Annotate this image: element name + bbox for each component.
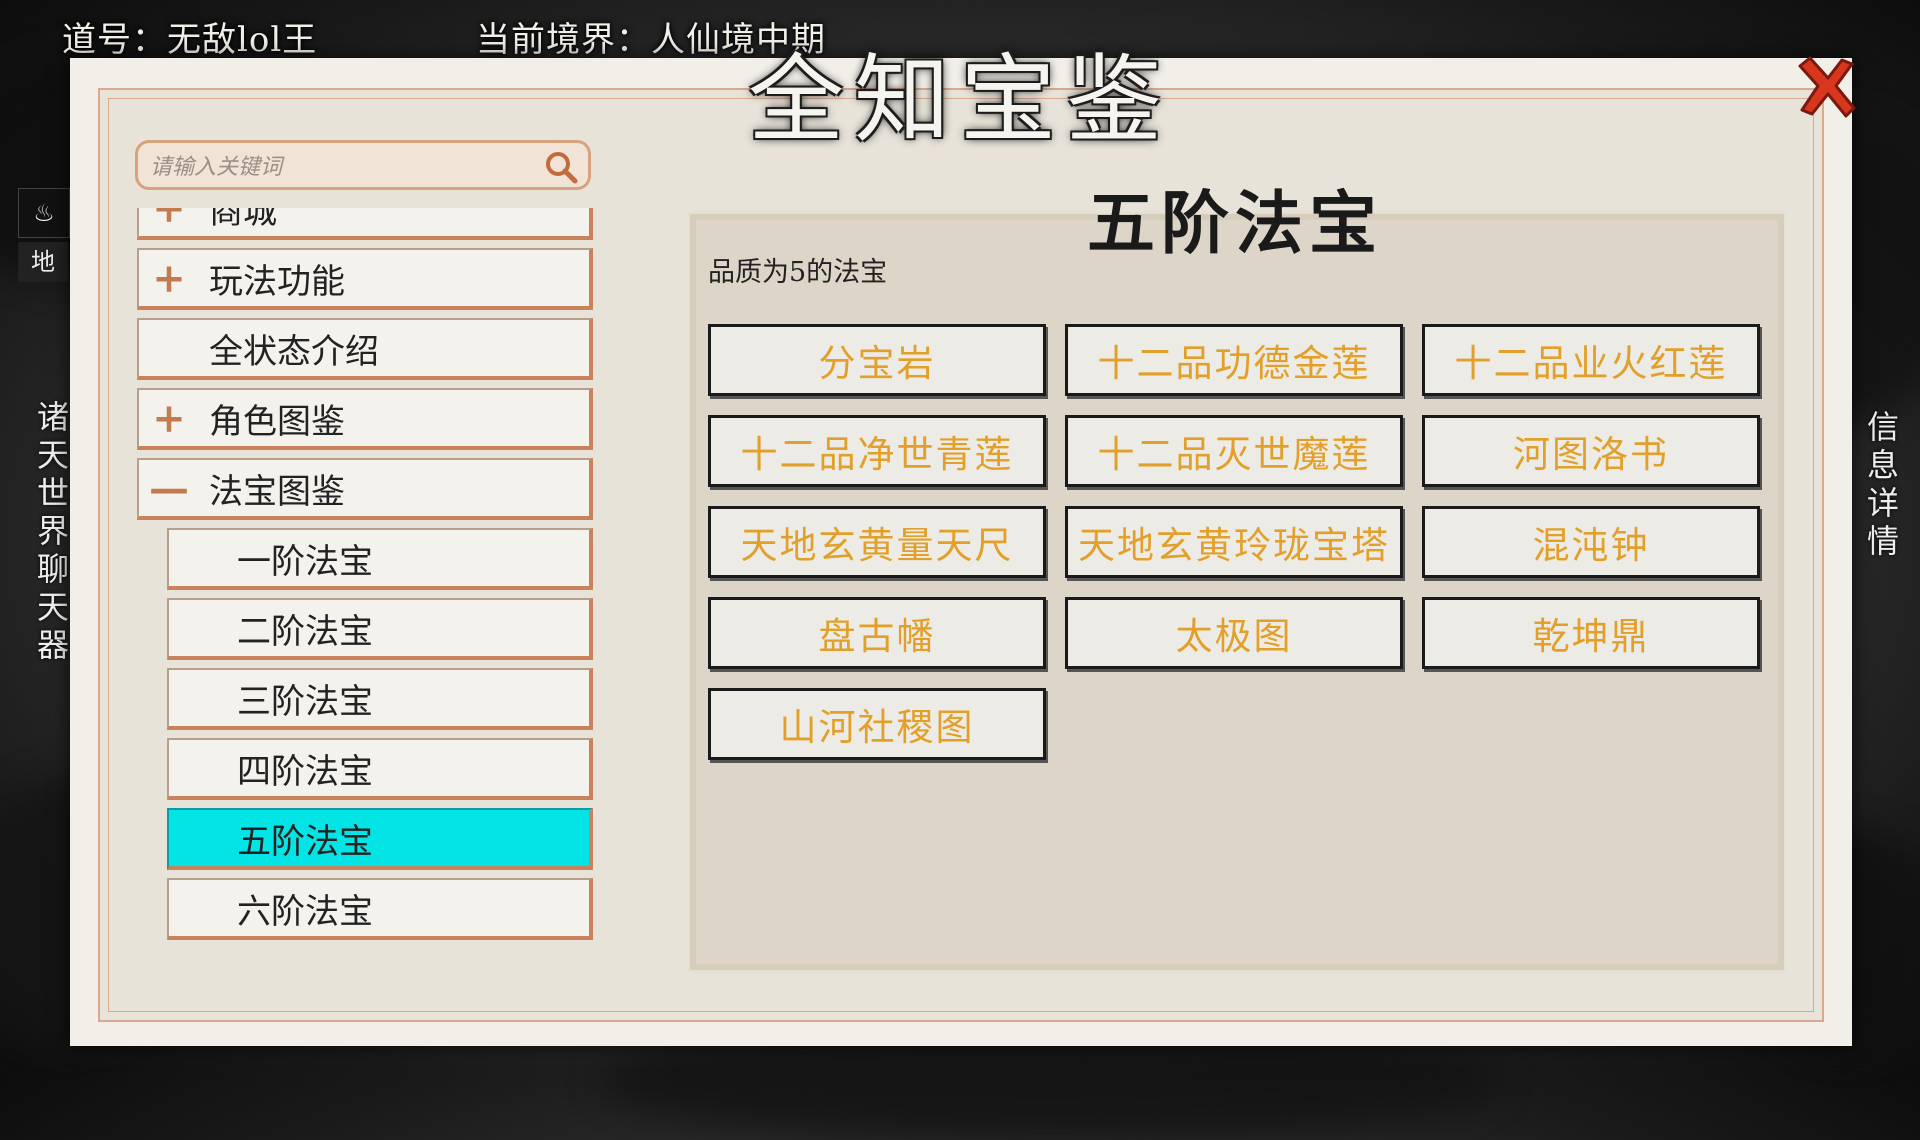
tree-child-label: 五阶法宝 bbox=[237, 821, 373, 862]
chat-channel-label[interactable]: 地 bbox=[18, 242, 68, 282]
search-box[interactable] bbox=[135, 140, 591, 190]
tree-child-label: 二阶法宝 bbox=[237, 611, 373, 652]
tree-child-tier-2[interactable]: 二阶法宝 bbox=[167, 598, 593, 660]
info-details-tab[interactable]: 信息详情 bbox=[1858, 410, 1904, 562]
content-description: 品质为5的法宝 bbox=[708, 257, 888, 288]
tree-child-label: 六阶法宝 bbox=[237, 891, 373, 932]
expand-plus-icon[interactable]: + bbox=[139, 395, 199, 442]
tree-child-tier-1[interactable]: 一阶法宝 bbox=[167, 528, 593, 590]
tree-child-tier-4[interactable]: 四阶法宝 bbox=[167, 738, 593, 800]
treasure-item-button[interactable]: 混沌钟 bbox=[1422, 506, 1760, 578]
treasure-item-button[interactable]: 河图洛书 bbox=[1422, 415, 1760, 487]
treasure-item-button[interactable]: 十二品功德金莲 bbox=[1065, 324, 1403, 396]
treasure-item-button[interactable]: 分宝岩 bbox=[708, 324, 1046, 396]
tree-node-status-intro[interactable]: 全状态介绍 bbox=[137, 318, 593, 380]
treasure-item-button[interactable]: 十二品净世青莲 bbox=[708, 415, 1046, 487]
collapse-minus-icon[interactable]: — bbox=[139, 465, 199, 512]
tree-node-label: 全状态介绍 bbox=[209, 331, 379, 372]
treasure-item-button[interactable]: 天地玄黄量天尺 bbox=[708, 506, 1046, 578]
treasure-item-button[interactable]: 盘古幡 bbox=[708, 597, 1046, 669]
tree-child-label: 一阶法宝 bbox=[237, 541, 373, 582]
category-tree[interactable]: + 商城 + 玩法功能 全状态介绍 + 角色图鉴 — 法宝图鉴 一阶法宝 二阶法… bbox=[135, 208, 595, 968]
treasure-item-button[interactable]: 太极图 bbox=[1065, 597, 1403, 669]
treasure-item-button[interactable]: 山河社稷图 bbox=[708, 688, 1046, 760]
tree-node-gameplay[interactable]: + 玩法功能 bbox=[137, 248, 593, 310]
tree-child-tier-5-selected[interactable]: 五阶法宝 bbox=[167, 808, 593, 870]
world-chat-tab[interactable]: 诸天世界聊天器 bbox=[28, 400, 74, 666]
tree-node-label: 商城 bbox=[209, 208, 277, 232]
tree-child-tier-6[interactable]: 六阶法宝 bbox=[167, 878, 593, 940]
treasure-item-button[interactable]: 乾坤鼎 bbox=[1422, 597, 1760, 669]
expand-plus-icon[interactable]: + bbox=[139, 255, 199, 302]
chat-icon[interactable]: ♨ bbox=[18, 188, 70, 238]
tree-node-characters[interactable]: + 角色图鉴 bbox=[137, 388, 593, 450]
treasure-item-button[interactable]: 天地玄黄玲珑宝塔 bbox=[1065, 506, 1403, 578]
search-input[interactable] bbox=[148, 149, 542, 185]
treasure-item-button[interactable]: 十二品业火红莲 bbox=[1422, 324, 1760, 396]
tree-child-tier-3[interactable]: 三阶法宝 bbox=[167, 668, 593, 730]
expand-plus-icon[interactable]: + bbox=[139, 208, 199, 232]
tree-node-treasures[interactable]: — 法宝图鉴 bbox=[137, 458, 593, 520]
tree-child-label: 三阶法宝 bbox=[237, 681, 373, 722]
treasure-item-button[interactable]: 十二品灭世魔莲 bbox=[1065, 415, 1403, 487]
tree-node-label: 玩法功能 bbox=[209, 261, 345, 302]
search-icon[interactable] bbox=[544, 150, 578, 184]
tree-node-label: 法宝图鉴 bbox=[209, 471, 345, 512]
close-icon[interactable] bbox=[1790, 52, 1862, 124]
tree-child-label: 四阶法宝 bbox=[237, 751, 373, 792]
tree-node-shop[interactable]: + 商城 bbox=[137, 208, 593, 240]
chat-tab[interactable]: ♨ 地 bbox=[18, 188, 78, 282]
tree-node-label: 角色图鉴 bbox=[209, 401, 345, 442]
